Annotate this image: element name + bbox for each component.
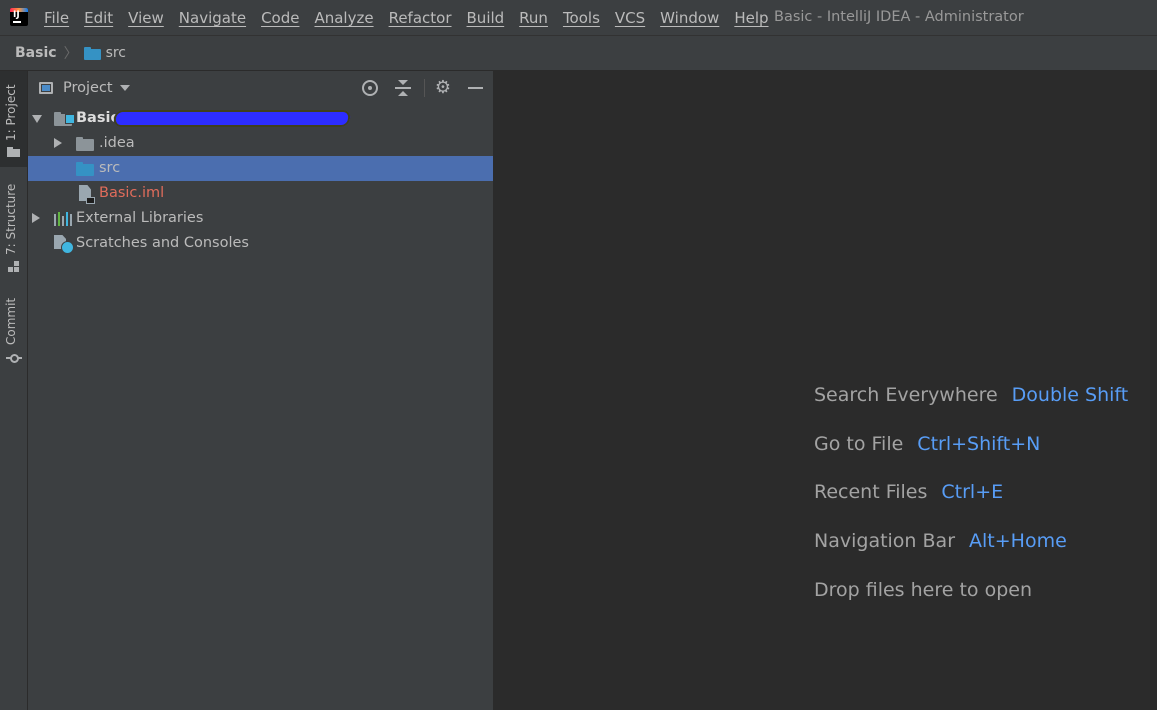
menu-analyze[interactable]: Analyze <box>314 9 373 27</box>
tab-structure-label: 7: Structure <box>4 183 18 255</box>
tree-item-label: External Libraries <box>76 210 204 226</box>
menu-vcs[interactable]: VCS <box>615 9 645 27</box>
gear-icon[interactable]: ⚙ <box>434 79 452 97</box>
project-panel-header: Project ⚙ <box>28 71 493 105</box>
breadcrumb-src[interactable]: src <box>106 45 126 61</box>
folder-icon <box>83 46 101 60</box>
tab-structure[interactable]: 7: Structure <box>0 175 27 277</box>
tree-item-idea[interactable]: .idea <box>28 131 493 156</box>
source-folder-icon <box>76 162 94 176</box>
menu-file[interactable]: File <box>44 9 69 27</box>
project-view-icon <box>39 82 53 94</box>
menu-run[interactable]: Run <box>519 9 548 27</box>
minimize-icon[interactable] <box>467 79 485 97</box>
chevron-right-icon: 〉 <box>63 46 78 62</box>
commit-icon <box>6 353 22 363</box>
breadcrumb: Basic 〉 src <box>0 36 1157 71</box>
menu-help[interactable]: Help <box>734 9 768 27</box>
hint-go-to-file: Go to File Ctrl+Shift+N <box>814 433 1041 455</box>
redacted-path <box>112 110 352 127</box>
menu-refactor[interactable]: Refactor <box>389 9 452 27</box>
tree-item-label: Scratches and Consoles <box>76 235 249 251</box>
expand-arrow-icon[interactable] <box>32 115 42 123</box>
breadcrumb-project[interactable]: Basic <box>15 45 57 61</box>
project-folder-icon <box>7 147 20 157</box>
tree-item-label: Basic.iml <box>99 185 165 201</box>
intellij-logo-icon[interactable]: IJ <box>10 8 28 26</box>
menu-view[interactable]: View <box>128 9 164 27</box>
menu-tools[interactable]: Tools <box>563 9 600 27</box>
tree-item-scratches[interactable]: Scratches and Consoles <box>28 231 493 256</box>
chevron-right-icon[interactable] <box>54 138 62 148</box>
tab-project[interactable]: 1: Project <box>0 71 27 167</box>
tab-project-label: 1: Project <box>4 84 18 141</box>
hint-navigation-bar: Navigation Bar Alt+Home <box>814 530 1067 552</box>
menu-code[interactable]: Code <box>261 9 299 27</box>
file-badge-icon <box>86 197 95 204</box>
menu-navigate[interactable]: Navigate <box>179 9 246 27</box>
chevron-down-icon[interactable] <box>120 85 130 91</box>
structure-icon <box>8 261 20 272</box>
menu-edit[interactable]: Edit <box>84 9 113 27</box>
project-view-selector[interactable]: Project <box>63 80 113 96</box>
folder-icon <box>76 137 94 151</box>
tab-commit[interactable]: Commit <box>0 293 27 369</box>
hint-search-everywhere: Search Everywhere Double Shift <box>814 384 1129 406</box>
module-badge-icon <box>65 114 75 124</box>
hint-drop-files: Drop files here to open <box>814 579 1033 601</box>
tree-item-external-libraries[interactable]: External Libraries <box>28 206 493 231</box>
tab-commit-label: Commit <box>4 297 18 345</box>
chevron-right-icon[interactable] <box>32 213 40 223</box>
tree-item-label: src <box>99 160 121 176</box>
title-bar: IJ File Edit View Navigate Code Analyze … <box>0 0 1157 36</box>
tree-item-basic-iml[interactable]: Basic.iml <box>28 181 493 206</box>
scratches-icon <box>54 235 74 254</box>
tree-item-label: .idea <box>99 135 135 151</box>
project-panel: Project ⚙ Basic .idea src Basic.iml Exte… <box>28 71 494 710</box>
menu-window[interactable]: Window <box>660 9 719 27</box>
menu-build[interactable]: Build <box>467 9 505 27</box>
header-divider <box>424 79 425 97</box>
tree-item-label: Basic <box>76 110 120 126</box>
tree-item-basic[interactable]: Basic <box>28 106 493 131</box>
editor-empty-area[interactable]: Search Everywhere Double Shift Go to File… <box>494 71 1157 710</box>
hint-recent-files: Recent Files Ctrl+E <box>814 481 1004 503</box>
library-icon <box>54 212 72 226</box>
window-title: Basic - IntelliJ IDEA - Administrator <box>774 9 1024 25</box>
main-menu: File Edit View Navigate Code Analyze Ref… <box>44 9 784 27</box>
locate-file-icon[interactable] <box>361 79 379 97</box>
tool-window-strip: 1: Project 7: Structure Commit <box>0 71 28 710</box>
tree-item-src[interactable]: src <box>28 156 493 181</box>
collapse-all-icon[interactable] <box>394 79 412 97</box>
